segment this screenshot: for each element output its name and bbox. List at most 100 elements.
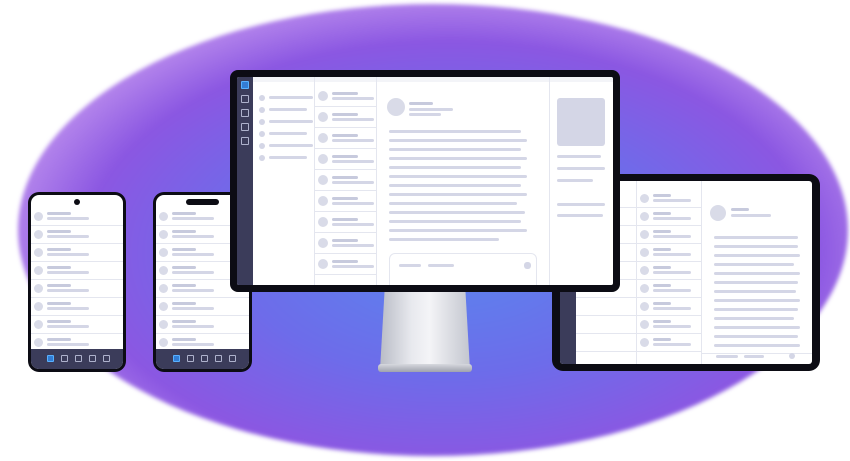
list-item-title bbox=[332, 133, 358, 137]
list-item-title bbox=[47, 284, 71, 287]
list-item-preview bbox=[172, 343, 214, 346]
folder-icon bbox=[259, 155, 265, 161]
list-item-title bbox=[332, 217, 358, 221]
list-item-preview bbox=[332, 117, 374, 121]
folder-label bbox=[269, 120, 313, 123]
detail-line bbox=[557, 214, 603, 217]
tab-icon-3[interactable] bbox=[201, 355, 208, 362]
list-item-preview bbox=[653, 343, 691, 346]
nav-icon-2[interactable] bbox=[241, 95, 249, 103]
avatar-icon bbox=[640, 247, 649, 257]
list-item-preview bbox=[653, 289, 691, 292]
body-text-line bbox=[714, 335, 798, 338]
list-item-title bbox=[332, 259, 358, 263]
list-item-title bbox=[172, 284, 196, 287]
list-item-title bbox=[47, 230, 71, 233]
home-tab-icon[interactable] bbox=[173, 355, 180, 362]
nav-icon-4[interactable] bbox=[241, 123, 249, 131]
body-text-line bbox=[389, 229, 527, 232]
list-item-title bbox=[332, 154, 358, 158]
monitor-stand bbox=[380, 292, 470, 370]
list-item[interactable] bbox=[576, 297, 636, 316]
detail-line bbox=[557, 179, 593, 182]
monitor-top-bar bbox=[253, 77, 613, 82]
body-text-line bbox=[389, 148, 521, 151]
home-tab-icon[interactable] bbox=[47, 355, 54, 362]
avatar-icon bbox=[640, 211, 649, 221]
list-item-preview bbox=[332, 222, 374, 226]
list-item-title bbox=[332, 196, 358, 200]
list-item-preview bbox=[653, 307, 691, 310]
tab-icon-4[interactable] bbox=[215, 355, 222, 362]
list-item-title bbox=[47, 248, 71, 251]
tab-icon-4[interactable] bbox=[89, 355, 96, 362]
avatar-icon bbox=[34, 337, 43, 347]
list-item-preview bbox=[172, 289, 214, 292]
avatar-icon bbox=[318, 237, 328, 248]
tab-icon-5[interactable] bbox=[103, 355, 110, 362]
monitor-screen bbox=[237, 77, 613, 285]
nav-icon-3[interactable] bbox=[241, 109, 249, 117]
list-item-title bbox=[653, 248, 671, 251]
notch bbox=[186, 199, 219, 205]
body-text-line bbox=[389, 211, 525, 214]
list-item-preview bbox=[172, 235, 214, 238]
list-item-title bbox=[332, 175, 358, 179]
list-item-preview bbox=[653, 199, 691, 202]
folder-icon bbox=[259, 143, 265, 149]
avatar-icon bbox=[159, 247, 168, 257]
detail-line bbox=[557, 203, 605, 206]
list-item-title bbox=[172, 302, 196, 305]
list-item-preview bbox=[653, 253, 691, 256]
monitor-stand-base bbox=[378, 364, 472, 372]
avatar-icon bbox=[34, 211, 43, 221]
tab-icon-2[interactable] bbox=[61, 355, 68, 362]
body-text-line bbox=[389, 157, 527, 160]
nav-icon-5[interactable] bbox=[241, 137, 249, 145]
body-text-line bbox=[389, 220, 521, 223]
avatar-icon bbox=[318, 153, 328, 164]
avatar-icon bbox=[318, 111, 328, 122]
avatar-icon bbox=[159, 337, 168, 347]
list-item-preview bbox=[332, 180, 374, 184]
body-text-line bbox=[389, 202, 517, 205]
list-item[interactable] bbox=[576, 333, 636, 352]
list-item-title bbox=[653, 266, 671, 269]
list-item-title bbox=[332, 112, 358, 116]
tab-icon-3[interactable] bbox=[75, 355, 82, 362]
body-text-line bbox=[714, 317, 794, 320]
folder-label bbox=[269, 144, 313, 147]
list-item-preview bbox=[332, 264, 374, 268]
list-item-title bbox=[172, 320, 196, 323]
list-item-title bbox=[172, 230, 196, 233]
list-item-title bbox=[47, 212, 71, 215]
tab-icon-2[interactable] bbox=[187, 355, 194, 362]
body-text-line bbox=[389, 130, 521, 133]
list-item-preview bbox=[332, 159, 374, 163]
list-item-title bbox=[172, 338, 196, 341]
attachment-icon[interactable] bbox=[789, 353, 795, 359]
list-item-preview bbox=[332, 201, 374, 205]
avatar-icon bbox=[318, 174, 328, 185]
list-item-title bbox=[47, 266, 71, 269]
list-item-preview bbox=[47, 343, 89, 346]
list-item-preview bbox=[47, 289, 89, 292]
avatar-icon bbox=[640, 265, 649, 275]
list-item-title bbox=[653, 338, 671, 341]
list-item-preview bbox=[653, 217, 691, 220]
list-item-title bbox=[332, 238, 358, 242]
folder-icon bbox=[259, 95, 265, 101]
nav-home-icon[interactable] bbox=[241, 81, 249, 89]
tab-icon-5[interactable] bbox=[229, 355, 236, 362]
list-item[interactable] bbox=[576, 315, 636, 334]
list-item-preview bbox=[172, 217, 214, 220]
body-text-line bbox=[714, 308, 798, 311]
avatar-icon bbox=[159, 229, 168, 239]
list-item-preview bbox=[47, 235, 89, 238]
list-item-preview bbox=[172, 253, 214, 256]
reply-box[interactable] bbox=[389, 253, 537, 285]
phone-notch-tabbar bbox=[156, 349, 249, 369]
list-item-preview bbox=[653, 235, 691, 238]
list-item-title bbox=[172, 248, 196, 251]
attachment-icon[interactable] bbox=[524, 262, 531, 269]
